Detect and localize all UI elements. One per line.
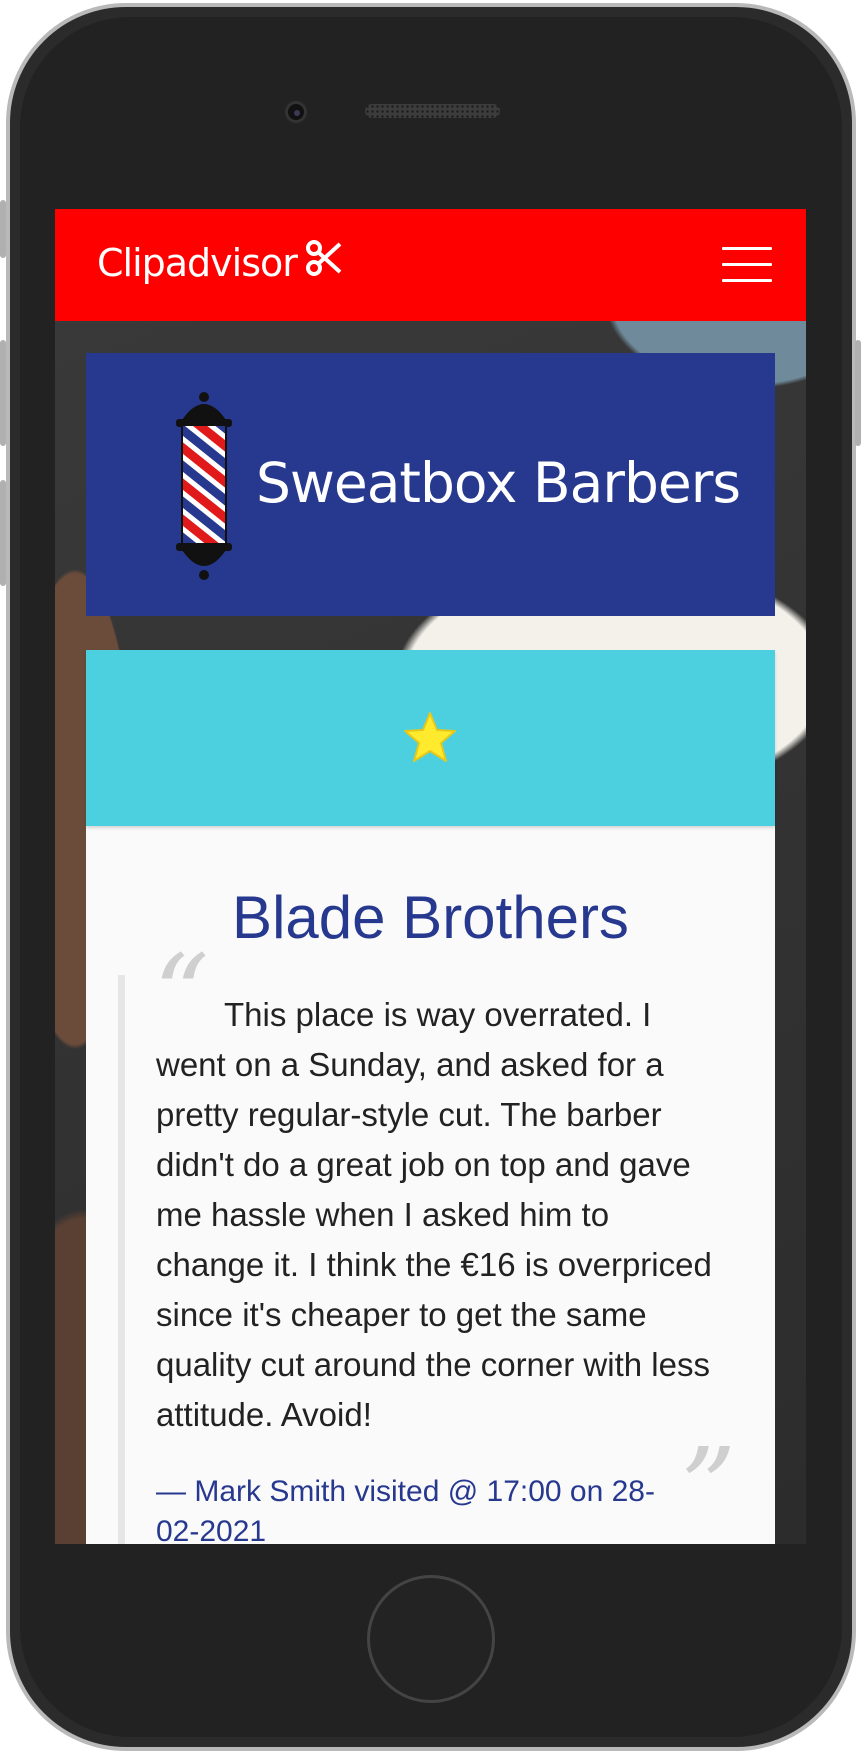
brand-name: Clipadvisor [97, 240, 298, 285]
blockquote-border [118, 975, 125, 1544]
review-text: This place is way overrated. I went on a… [156, 996, 712, 1433]
navbar: Clipadvisor [55, 209, 806, 321]
mute-switch [0, 200, 6, 258]
brand-logo[interactable]: Clipadvisor [97, 239, 343, 286]
earpiece-speaker [365, 104, 500, 118]
rating-header [86, 650, 775, 826]
review-card: Blade Brothers “ This place is way overr… [86, 650, 775, 1544]
barber-pole-icon [174, 385, 234, 590]
app-screen: Clipadvisor Sweatbox Barbers Blade Broth… [55, 209, 806, 1544]
volume-down-button [0, 480, 6, 586]
scissors-icon [305, 239, 343, 286]
hamburger-menu-icon[interactable] [722, 247, 772, 283]
volume-up-button [0, 340, 6, 446]
close-quote-icon: ” [680, 1424, 737, 1544]
front-camera [285, 101, 307, 123]
shop-header-card: Sweatbox Barbers [86, 353, 775, 616]
power-button [855, 340, 861, 446]
home-button[interactable] [367, 1575, 495, 1703]
star-icon [403, 711, 457, 768]
review-author-meta: — Mark Smith visited @ 17:00 on 28-02-20… [156, 1475, 655, 1544]
shop-name: Sweatbox Barbers [256, 451, 741, 515]
